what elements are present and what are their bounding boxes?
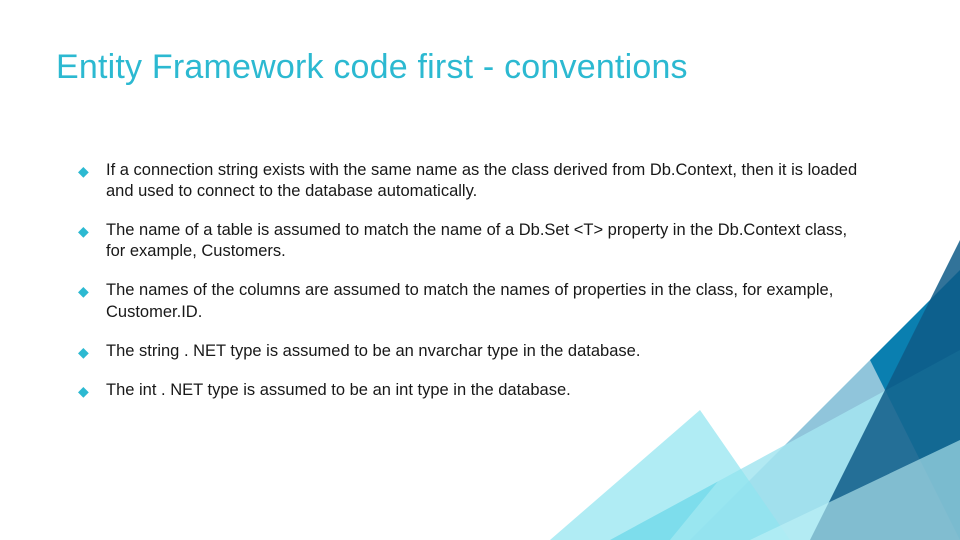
bullet-icon: ◆ [78,164,92,178]
bullet-icon: ◆ [78,224,92,238]
list-item: ◆ The int . NET type is assumed to be an… [78,380,870,401]
list-item: ◆ If a connection string exists with the… [78,160,870,202]
bullet-text: The int . NET type is assumed to be an i… [106,380,870,401]
bullet-icon: ◆ [78,345,92,359]
bullet-icon: ◆ [78,384,92,398]
bullet-list: ◆ If a connection string exists with the… [78,160,870,419]
bullet-text: The names of the columns are assumed to … [106,280,870,322]
list-item: ◆ The string . NET type is assumed to be… [78,341,870,362]
bullet-icon: ◆ [78,284,92,298]
bullet-text: The string . NET type is assumed to be a… [106,341,870,362]
list-item: ◆ The name of a table is assumed to matc… [78,220,870,262]
bullet-text: The name of a table is assumed to match … [106,220,870,262]
list-item: ◆ The names of the columns are assumed t… [78,280,870,322]
slide: Entity Framework code first - convention… [0,0,960,540]
slide-title: Entity Framework code first - convention… [56,48,688,87]
bullet-text: If a connection string exists with the s… [106,160,870,202]
